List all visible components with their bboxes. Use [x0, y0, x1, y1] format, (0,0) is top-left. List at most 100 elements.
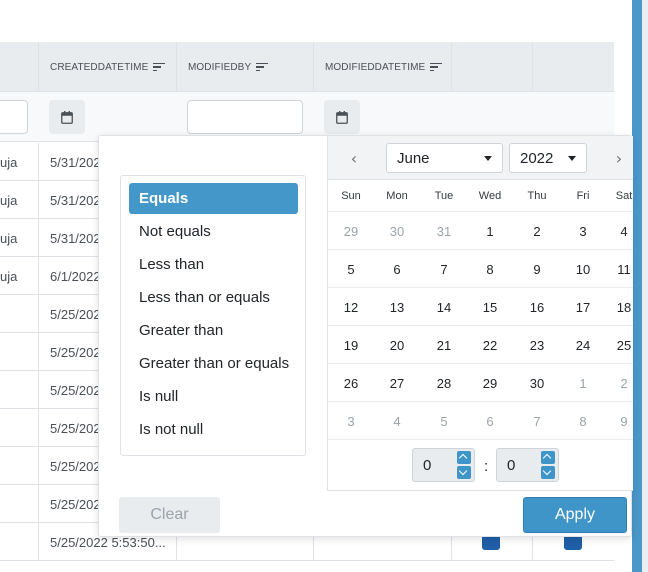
calendar-day[interactable]: 24: [560, 326, 606, 364]
operator-option[interactable]: Equals: [129, 183, 298, 214]
calendar-day[interactable]: 13: [374, 288, 420, 326]
apply-button[interactable]: Apply: [523, 497, 627, 533]
calendar-day[interactable]: 16: [514, 288, 560, 326]
calendar-day[interactable]: 14: [421, 288, 467, 326]
header-cell-name[interactable]: [0, 42, 39, 92]
popup-footer: Clear Apply: [99, 491, 631, 536]
calendar-day[interactable]: 1: [560, 364, 606, 402]
calendar-day[interactable]: 2: [514, 212, 560, 250]
header-label-createddatetime: CREATEDDATETIME: [50, 61, 149, 73]
minute-stepper[interactable]: 0: [496, 448, 559, 482]
modifiedby-filter-input[interactable]: [187, 100, 303, 134]
minute-down-icon[interactable]: [541, 466, 555, 479]
calendar-day[interactable]: 21: [421, 326, 467, 364]
month-select[interactable]: June: [386, 143, 503, 173]
calendar-day[interactable]: 2: [601, 364, 633, 402]
table-cell: [0, 295, 39, 333]
sort-icon[interactable]: [430, 62, 443, 72]
calendar-day[interactable]: 5: [328, 250, 374, 288]
operator-option[interactable]: Greater than or equals: [129, 348, 298, 379]
calendar-day[interactable]: 29: [328, 212, 374, 250]
weekday-label: Sat: [615, 190, 633, 202]
calendar-day[interactable]: 3: [328, 402, 374, 440]
calendar-day[interactable]: 27: [374, 364, 420, 402]
calendar-day[interactable]: 9: [601, 402, 633, 440]
calendar-day[interactable]: 22: [467, 326, 513, 364]
table-cell: uja: [0, 181, 39, 219]
calendar-day[interactable]: 8: [560, 402, 606, 440]
calendar-day[interactable]: 11: [601, 250, 633, 288]
hour-stepper[interactable]: 0: [412, 448, 475, 482]
calendar-day[interactable]: 8: [467, 250, 513, 288]
operator-option[interactable]: Greater than: [129, 315, 298, 346]
calendar-day[interactable]: 4: [601, 212, 633, 250]
grid-header-row: CREATEDDATETIME MODIFIEDBY MODIFIEDDATET…: [0, 42, 614, 92]
year-select-value: 2022: [520, 149, 554, 167]
header-createddatetime[interactable]: CREATEDDATETIME: [38, 42, 176, 92]
calendar-day[interactable]: 5: [421, 402, 467, 440]
clear-button[interactable]: Clear: [119, 497, 220, 533]
calendar-day[interactable]: 1: [467, 212, 513, 250]
date-filter-popup: Equals Not equals Less than Less than or eq…: [98, 135, 633, 537]
prev-month-icon[interactable]: ‹: [344, 148, 364, 168]
calendar-day[interactable]: 23: [514, 326, 560, 364]
header-modifieddatetime[interactable]: MODIFIEDDATETIME: [313, 42, 451, 92]
calendar-day[interactable]: 6: [467, 402, 513, 440]
calendar-day[interactable]: 17: [560, 288, 606, 326]
hour-up-icon[interactable]: [457, 451, 471, 464]
operator-option[interactable]: Less than or equals: [129, 282, 298, 313]
createddatetime-filter-button[interactable]: [49, 100, 85, 134]
calendar-day[interactable]: 6: [374, 250, 420, 288]
operator-option[interactable]: Is null: [129, 381, 298, 412]
year-select[interactable]: 2022: [509, 143, 587, 173]
calendar-day[interactable]: 18: [601, 288, 633, 326]
time-separator: :: [484, 458, 489, 475]
calendar-day[interactable]: 7: [421, 250, 467, 288]
next-month-icon[interactable]: ›: [609, 148, 629, 168]
modifieddatetime-filter-button[interactable]: [324, 100, 360, 134]
weekday-label: Wed: [478, 190, 502, 202]
calendar-day[interactable]: 25: [601, 326, 633, 364]
hour-down-icon[interactable]: [457, 466, 471, 479]
weekday-label: Fri: [576, 190, 590, 202]
operator-option[interactable]: Not equals: [129, 216, 298, 247]
sort-icon[interactable]: [256, 62, 269, 72]
calendar-day[interactable]: 28: [421, 364, 467, 402]
calendar-day[interactable]: 29: [467, 364, 513, 402]
table-cell: [0, 523, 39, 561]
weekday-label: Tue: [434, 190, 454, 202]
table-cell: uja: [0, 257, 39, 295]
header-modifiedby[interactable]: MODIFIEDBY: [176, 42, 313, 92]
operator-option[interactable]: Is not null: [129, 414, 298, 445]
window-edge: [642, 0, 648, 572]
calendar-day[interactable]: 26: [328, 364, 374, 402]
calendar-day[interactable]: 9: [514, 250, 560, 288]
calendar-day[interactable]: 7: [514, 402, 560, 440]
sort-icon[interactable]: [153, 62, 166, 72]
date-picker: ‹ June 2022 › Sun Mon Tue Wed Thu Fri Sat 29 30…: [327, 136, 633, 491]
calendar-day[interactable]: 3: [560, 212, 606, 250]
table-cell: [0, 447, 39, 485]
month-select-value: June: [397, 149, 430, 167]
calendar-icon: [61, 110, 73, 124]
calendar-day[interactable]: 15: [467, 288, 513, 326]
calendar-day[interactable]: 20: [374, 326, 420, 364]
weekday-label: Mon: [386, 190, 408, 202]
filter-operator-list: Equals Not equals Less than Less than or eq…: [120, 175, 306, 456]
calendar-week: 3456789: [328, 402, 633, 440]
calendar-day[interactable]: 19: [328, 326, 374, 364]
table-cell: [0, 485, 39, 523]
calendar-day[interactable]: 12: [328, 288, 374, 326]
calendar-week: 29 30 31 1 2 3 4: [328, 212, 633, 250]
calendar-day[interactable]: 4: [374, 402, 420, 440]
scrollbar[interactable]: [632, 0, 642, 572]
operator-option[interactable]: Less than: [129, 249, 298, 280]
chevron-down-icon: [484, 156, 492, 161]
calendar-day[interactable]: 30: [514, 364, 560, 402]
weekday-label: Thu: [527, 190, 547, 202]
calendar-day[interactable]: 31: [421, 212, 467, 250]
calendar-day[interactable]: 10: [560, 250, 606, 288]
calendar-day[interactable]: 30: [374, 212, 420, 250]
name-filter-input[interactable]: [0, 100, 28, 134]
minute-up-icon[interactable]: [541, 451, 555, 464]
